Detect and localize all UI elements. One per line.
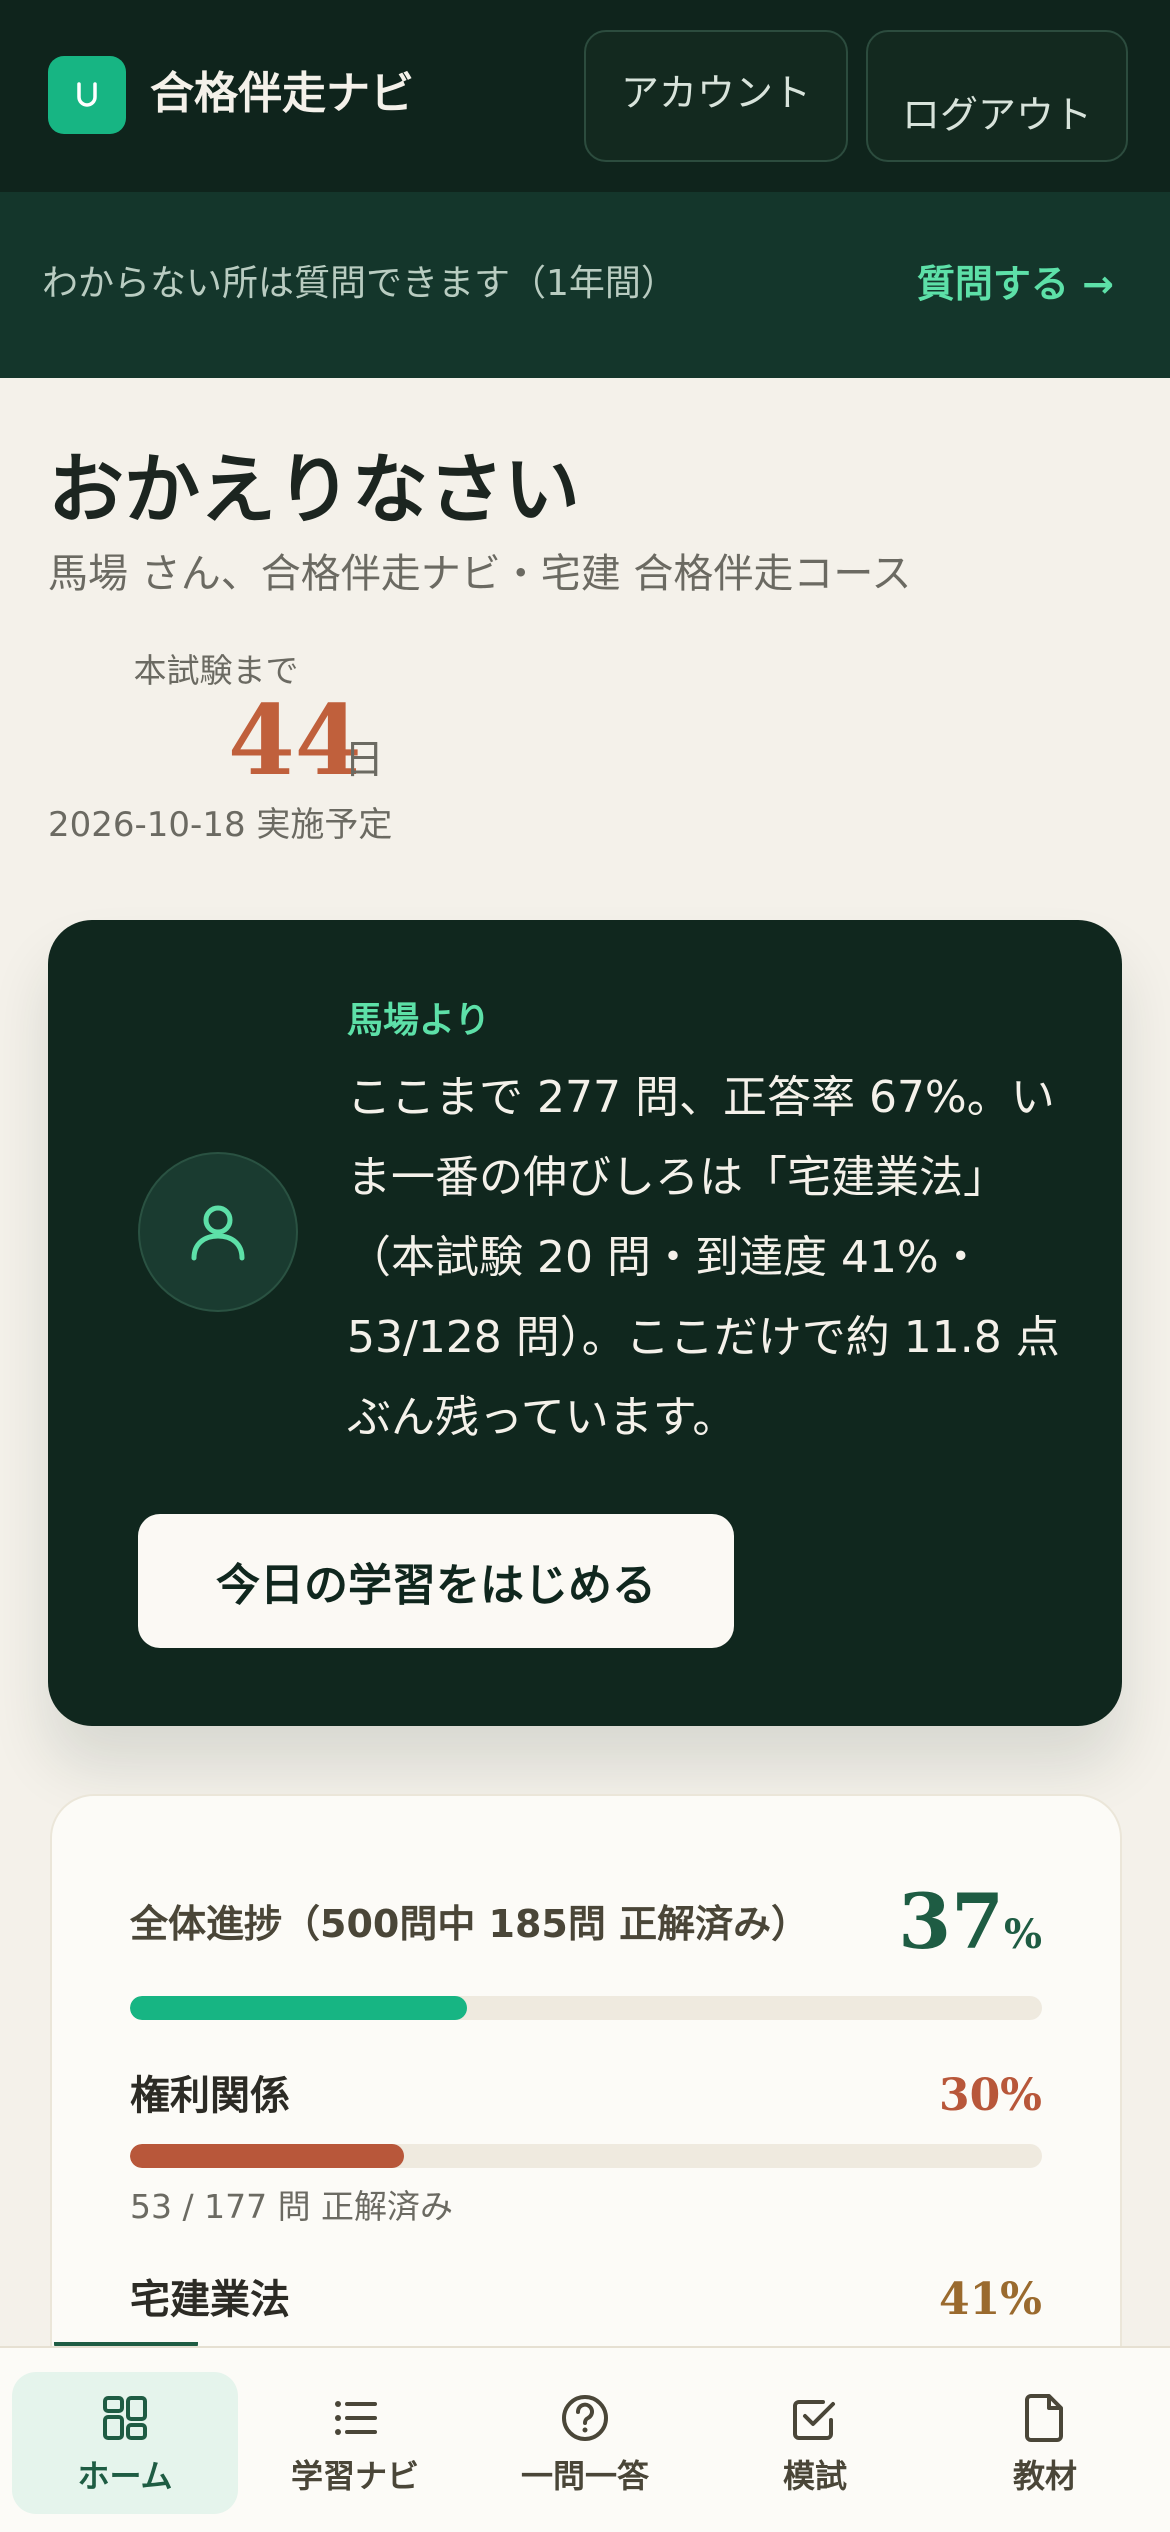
app-header: 合格伴走ナビ アカウント ログアウト xyxy=(0,0,1170,192)
start-study-button[interactable]: 今日の学習をはじめる xyxy=(138,1514,734,1648)
overall-progress-bar xyxy=(130,1996,1042,2020)
check-square-icon xyxy=(793,2400,835,2440)
ask-question-link[interactable]: 質問する → xyxy=(917,254,1114,314)
nav-item-study-navi[interactable]: 学習ナビ xyxy=(242,2372,468,2514)
overall-progress-value: 37% xyxy=(898,1872,1042,1985)
app-logo xyxy=(48,56,126,134)
nav-label-home: ホーム xyxy=(77,2457,173,2495)
nav-label-quiz: 一問一答 xyxy=(520,2457,649,2495)
question-icon xyxy=(562,2395,608,2441)
banner-text: わからない所は質問できます（1年間） xyxy=(42,263,677,304)
coach-from: 馬場より xyxy=(347,1000,491,1041)
coach-card: 馬場より ここまで 277 問、正答率 67%。いま一番の伸びしろは「宅建業法」… xyxy=(48,920,1122,1726)
coach-avatar xyxy=(138,1152,298,1312)
subject-name-rights: 権利関係 xyxy=(130,2073,290,2119)
list-icon xyxy=(335,2401,377,2435)
logout-button[interactable]: ログアウト xyxy=(866,30,1128,162)
greeting-subtitle: 馬場 さん、合格伴走ナビ・宅建 合格伴走コース xyxy=(48,551,912,597)
account-button[interactable]: アカウント xyxy=(584,30,848,162)
nav-item-mock-exam[interactable]: 模試 xyxy=(702,2372,928,2514)
bottom-nav: ホーム 学習ナビ 一問一答 模試 教材 xyxy=(0,2346,1170,2532)
subject-bar-rights xyxy=(130,2144,1042,2168)
nav-label-mock-exam: 模試 xyxy=(782,2457,847,2495)
overall-progress-label: 全体進捗（500問中 185問 正解済み） xyxy=(130,1902,810,1946)
subject-name-business: 宅建業法 xyxy=(130,2277,290,2323)
page-title: おかえりなさい xyxy=(48,445,580,534)
subject-fill-rights xyxy=(130,2144,404,2168)
grid-icon xyxy=(103,2396,147,2440)
subject-percent-business: 41% xyxy=(938,2274,1042,2325)
user-icon xyxy=(191,1205,245,1261)
subject-percent-rights: 30% xyxy=(938,2070,1042,2121)
nav-label-materials: 教材 xyxy=(1012,2457,1077,2495)
nav-label-study-navi: 学習ナビ xyxy=(290,2457,419,2495)
overall-progress-unit: % xyxy=(1003,1911,1042,1958)
nav-item-home[interactable]: ホーム xyxy=(12,2372,238,2514)
subject-note-rights: 53 / 177 問 正解済み xyxy=(130,2187,454,2226)
question-banner: わからない所は質問できます（1年間） 質問する → xyxy=(0,192,1170,378)
coach-message: ここまで 277 問、正答率 67%。いま一番の伸びしろは「宅建業法」（本試験 … xyxy=(347,1072,1060,1443)
overall-progress-number: 37 xyxy=(898,1877,1004,1966)
overall-progress-fill xyxy=(130,1996,468,2020)
countdown-days: 44 xyxy=(228,684,362,797)
countdown-unit: 日 xyxy=(344,737,384,783)
exam-date: 2026-10-18 実施予定 xyxy=(48,805,393,845)
nav-item-quiz[interactable]: 一問一答 xyxy=(472,2372,698,2514)
logo-u-icon xyxy=(77,82,97,107)
file-icon xyxy=(1025,2394,1063,2442)
brand-name: 合格伴走ナビ xyxy=(150,68,414,119)
nav-item-materials[interactable]: 教材 xyxy=(932,2372,1158,2514)
